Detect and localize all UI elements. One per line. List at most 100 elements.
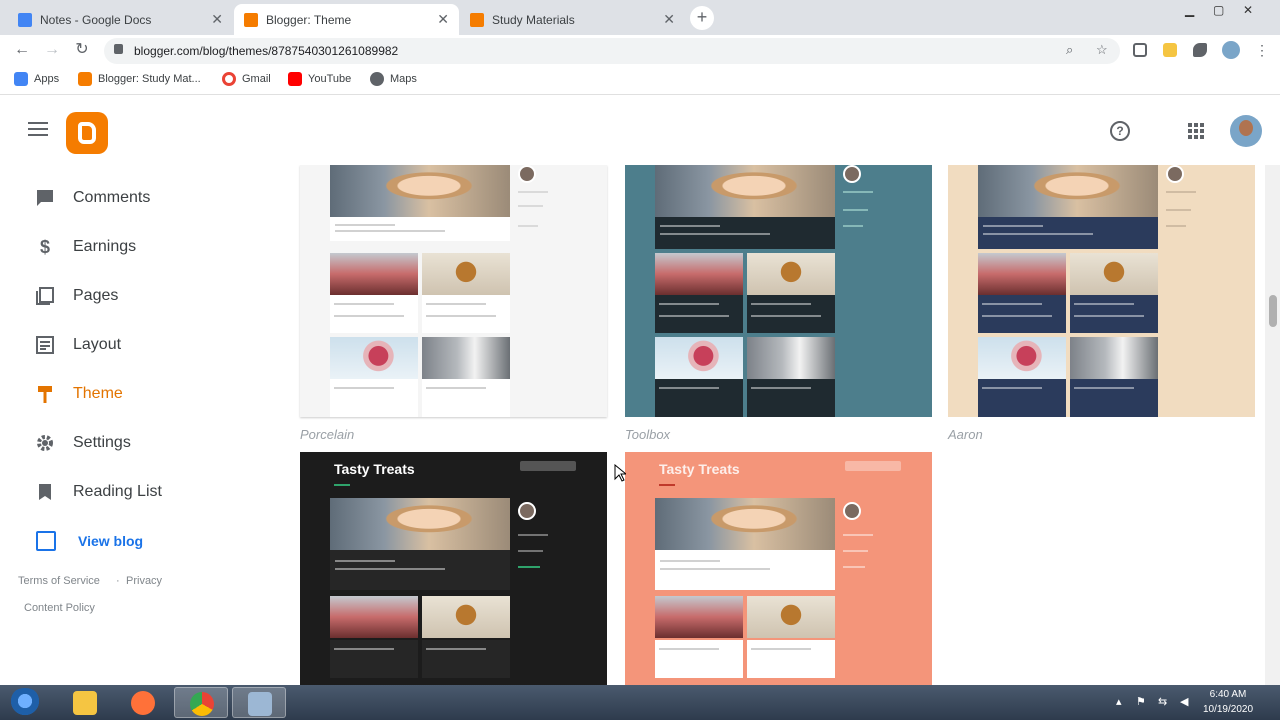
file-explorer-icon <box>73 691 97 715</box>
zoom-icon[interactable]: ⌕ <box>1066 42 1073 58</box>
sidebar-item-reading-list[interactable]: Reading List <box>0 472 285 512</box>
theme-preview-thumbnail <box>747 596 835 638</box>
theme-card-dark[interactable]: Tasty Treats <box>300 452 607 685</box>
theme-name-aaron: Aaron <box>948 427 983 442</box>
theme-name-porcelain: Porcelain <box>300 427 355 442</box>
theme-preview-post <box>330 640 418 678</box>
menu-kebab-icon[interactable]: ⋮ <box>1252 40 1272 60</box>
taskbar-app-network[interactable] <box>232 687 286 718</box>
tab-notes-google-docs[interactable]: Notes - Google Docs ✕ <box>8 4 233 35</box>
sidebar-item-earnings[interactable]: $ Earnings <box>0 227 285 267</box>
theme-preview-avatar <box>518 502 536 520</box>
theme-preview-thumbnail <box>655 337 743 379</box>
theme-preview-thumbnail <box>330 337 418 379</box>
minimize-icon[interactable]: ▁ <box>1185 3 1194 17</box>
pages-icon <box>36 287 54 305</box>
google-apps-icon[interactable] <box>1188 123 1204 139</box>
theme-preview-accent-line <box>334 484 350 486</box>
address-bar[interactable]: blogger.com/blog/themes/8787540301261089… <box>104 38 1120 64</box>
sidebar-item-layout[interactable]: Layout <box>0 325 285 365</box>
view-blog-link[interactable]: View blog <box>36 531 143 551</box>
theme-preview-avatar <box>843 165 861 183</box>
profile-avatar[interactable] <box>1222 41 1240 59</box>
url-text: blogger.com/blog/themes/8787540301261089… <box>134 44 399 58</box>
theme-preview-thumbnail <box>422 337 510 379</box>
close-tab-icon[interactable]: ✕ <box>437 11 449 28</box>
forward-icon[interactable]: → <box>42 40 62 60</box>
theme-preview-hero-image <box>655 165 835 217</box>
theme-card-aaron[interactable] <box>948 165 1255 417</box>
browser-tab-strip: Notes - Google Docs ✕ Blogger: Theme ✕ S… <box>0 0 1280 35</box>
lock-icon <box>114 44 123 54</box>
bookmark-apps[interactable]: Apps <box>14 72 59 86</box>
clock-time: 6:40 AM <box>1209 689 1247 700</box>
theme-preview-blog-title: Tasty Treats <box>659 461 740 477</box>
extension-icon[interactable] <box>1133 43 1147 57</box>
maximize-icon[interactable]: ▢ <box>1213 3 1224 17</box>
taskbar-app-file-explorer[interactable] <box>58 687 112 718</box>
comment-icon <box>37 190 53 206</box>
network-icon[interactable]: ⇆ <box>1158 695 1167 708</box>
theme-preview-post <box>747 295 835 333</box>
system-clock[interactable]: 6:40 AM 10/19/2020 <box>1198 687 1258 717</box>
account-avatar[interactable] <box>1230 115 1262 147</box>
theme-preview-post <box>978 295 1066 333</box>
theme-preview-search-box <box>520 461 576 471</box>
theme-preview-avatar <box>518 165 536 183</box>
firefox-icon <box>131 691 155 715</box>
tab-title: Study Materials <box>492 12 575 27</box>
new-tab-button[interactable]: + <box>690 6 714 30</box>
bookmark-gmail[interactable]: Gmail <box>222 72 271 86</box>
volume-icon[interactable]: ◀ <box>1180 695 1188 708</box>
sidebar: Comments $ Earnings Pages Layout Theme S… <box>0 165 285 685</box>
sidebar-item-theme[interactable]: Theme <box>0 374 285 414</box>
theme-preview-thumbnail <box>1070 253 1158 295</box>
bookmark-icon <box>39 484 51 500</box>
theme-preview-thumbnail <box>422 596 510 638</box>
taskbar-app-firefox[interactable] <box>116 687 170 718</box>
theme-card-toolbox[interactable] <box>625 165 932 417</box>
start-button[interactable] <box>8 688 42 717</box>
star-icon[interactable]: ☆ <box>1096 42 1108 58</box>
theme-preview-post <box>1070 379 1158 417</box>
bookmark-blogger[interactable]: Blogger: Study Mat... <box>78 72 201 86</box>
close-window-icon[interactable]: ✕ <box>1243 3 1253 17</box>
privacy-link[interactable]: Privacy <box>126 575 162 587</box>
tab-blogger-theme[interactable]: Blogger: Theme ✕ <box>234 4 459 35</box>
theme-preview-accent-line <box>659 484 675 486</box>
scrollbar-thumb[interactable] <box>1269 295 1277 327</box>
theme-preview-post <box>330 550 510 590</box>
sidebar-item-settings[interactable]: Settings <box>0 423 285 463</box>
tray-chevron-icon[interactable]: ▴ <box>1116 695 1122 708</box>
blogger-icon <box>78 72 92 86</box>
extension-icon[interactable] <box>1163 43 1177 57</box>
sidebar-item-comments[interactable]: Comments <box>0 178 285 218</box>
windows-taskbar: ▴ ⚑ ⇆ ◀ 6:40 AM 10/19/2020 <box>0 685 1280 720</box>
blogger-logo[interactable] <box>66 112 108 154</box>
page-scrollbar[interactable] <box>1265 165 1280 685</box>
tab-study-materials[interactable]: Study Materials ✕ <box>460 4 685 35</box>
flag-icon[interactable]: ⚑ <box>1136 695 1146 708</box>
bookmark-youtube[interactable]: YouTube <box>288 72 351 86</box>
bookmark-maps[interactable]: Maps <box>370 72 417 86</box>
theme-preview-post <box>330 217 510 241</box>
theme-card-porcelain[interactable] <box>300 165 607 417</box>
bookmark-label: YouTube <box>308 73 352 85</box>
content-policy-link[interactable]: Content Policy <box>24 602 95 614</box>
reload-icon[interactable]: ↻ <box>72 40 92 60</box>
bookmark-label: Gmail <box>242 73 271 85</box>
tab-title: Blogger: Theme <box>266 12 352 27</box>
hamburger-menu-icon[interactable] <box>28 122 48 136</box>
close-tab-icon[interactable]: ✕ <box>211 11 223 28</box>
close-tab-icon[interactable]: ✕ <box>663 11 675 28</box>
theme-preview-hero-image <box>330 165 510 217</box>
back-icon[interactable]: ← <box>12 40 32 60</box>
help-icon[interactable]: ? <box>1110 121 1130 141</box>
taskbar-app-chrome[interactable] <box>174 687 228 718</box>
theme-card-coral[interactable]: Tasty Treats <box>625 452 932 685</box>
sidebar-item-pages[interactable]: Pages <box>0 276 285 316</box>
terms-link[interactable]: Terms of Service <box>18 575 100 587</box>
sidebar-item-label: Earnings <box>73 238 137 255</box>
puzzle-icon[interactable] <box>1193 43 1207 57</box>
blogger-app-bar: ? <box>0 95 1280 165</box>
